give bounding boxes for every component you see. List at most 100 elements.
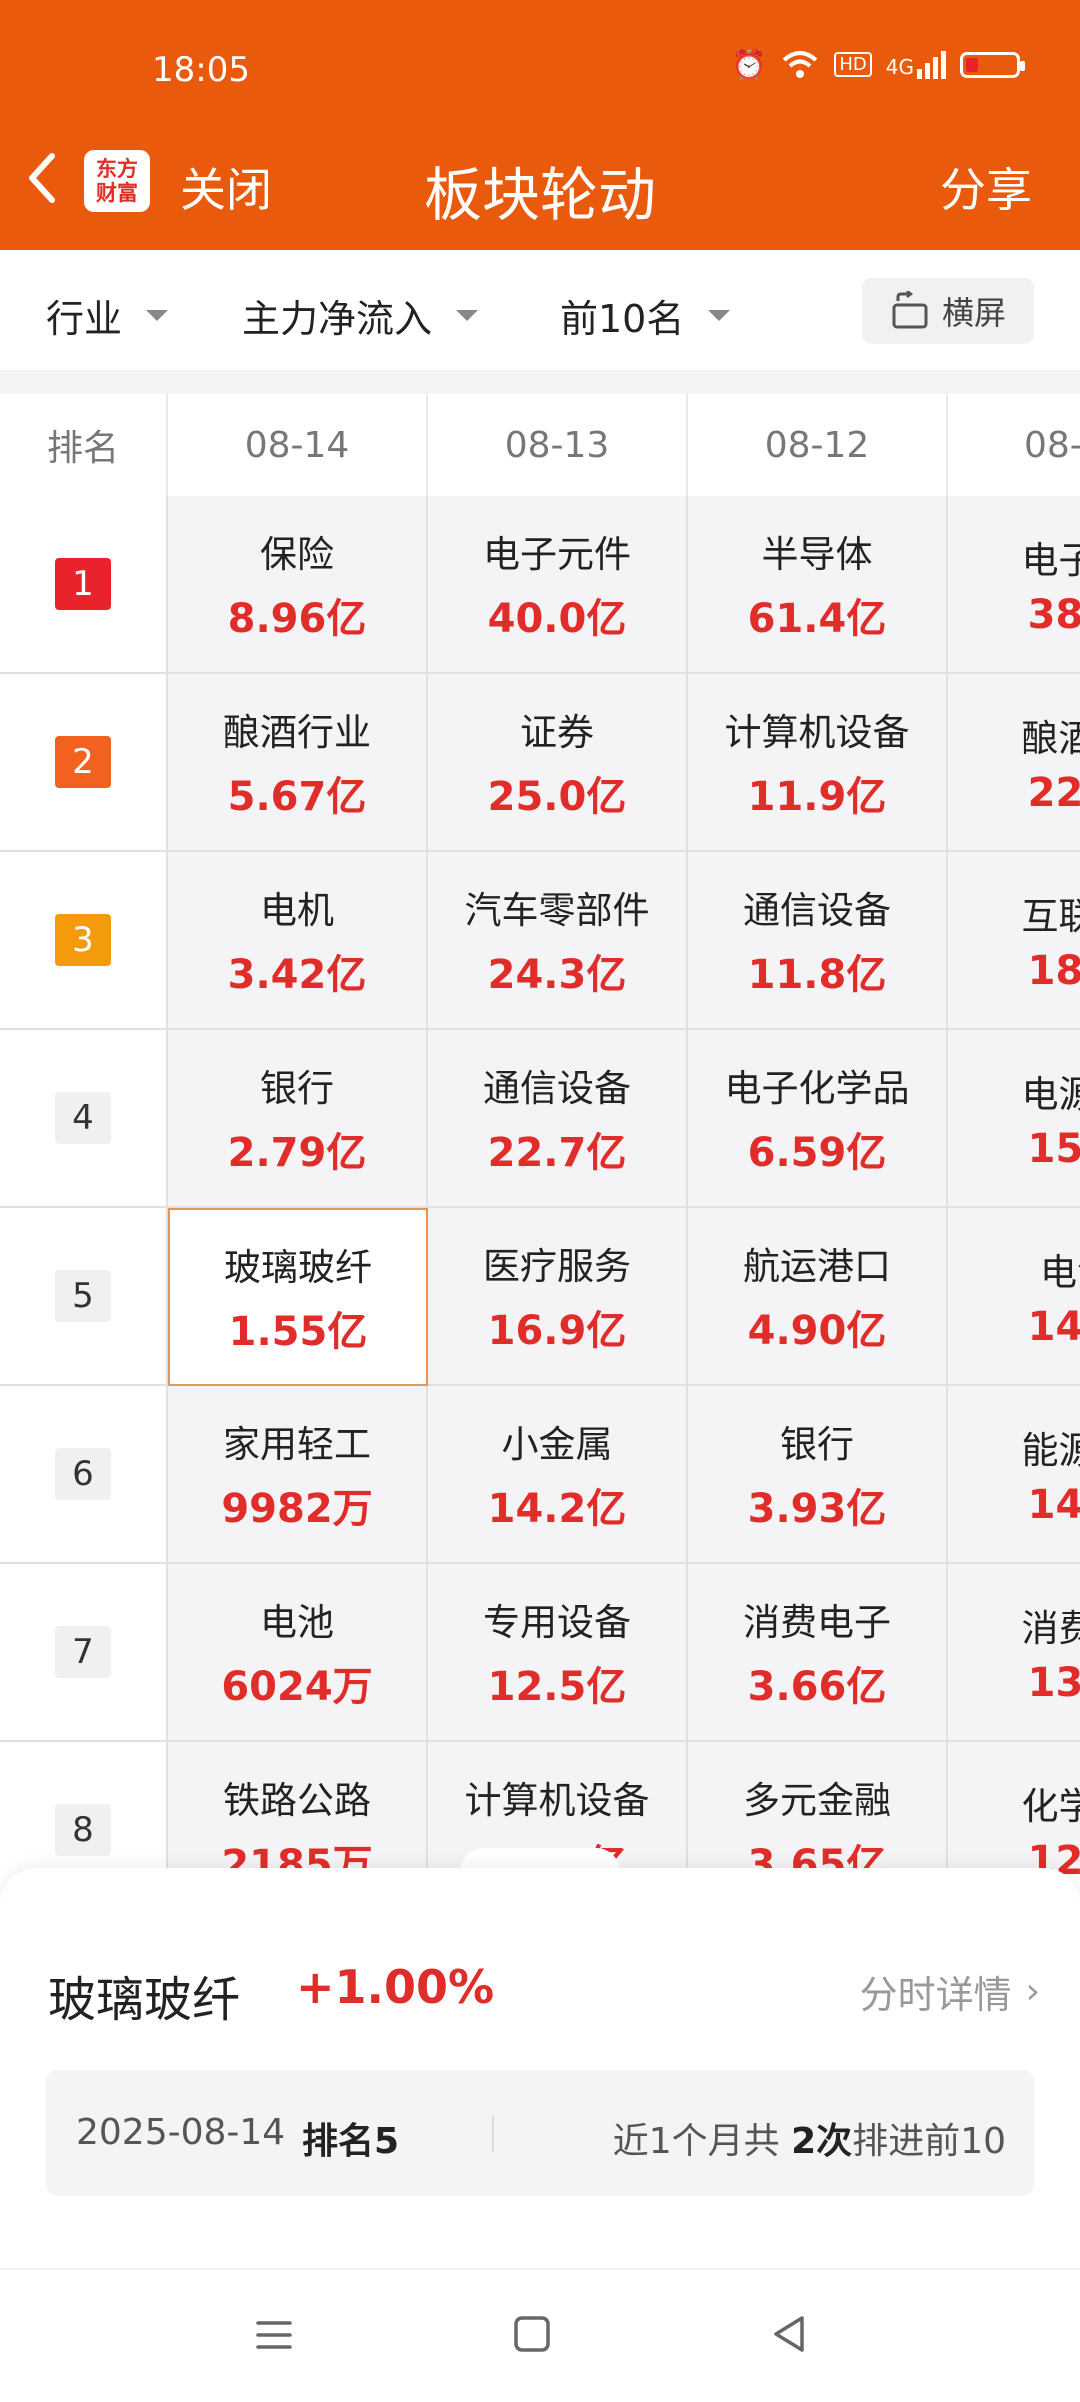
chevron-down-icon — [146, 310, 168, 321]
sector-name: 电机 — [260, 880, 334, 934]
app-header: 18:05 ⏰ HD 4G 东方 财富 关闭 板块轮动 分享 — [0, 0, 1080, 250]
sector-flow: 14.4 — [1028, 1482, 1080, 1528]
back-icon[interactable] — [760, 2310, 820, 2360]
sector-cell[interactable]: 电池6024万 — [168, 1564, 428, 1742]
sector-cell[interactable]: 通信设备22.7亿 — [428, 1030, 688, 1208]
sector-cell[interactable]: 消费电13.2 — [948, 1564, 1080, 1742]
info-divider — [492, 2116, 494, 2152]
sector-name: 电子元件 — [483, 524, 631, 578]
sector-flow: 13.2 — [1028, 1660, 1080, 1706]
top-n-filter[interactable]: 前10名 — [560, 288, 730, 343]
info-rank: 排名5 — [302, 2112, 399, 2164]
sector-cell[interactable]: 专用设备12.5亿 — [428, 1564, 688, 1742]
sector-cell[interactable]: 酿酒行22.1 — [948, 674, 1080, 852]
page-title: 板块轮动 — [0, 148, 1080, 232]
rank-cell: 7 — [0, 1564, 168, 1742]
sector-cell[interactable]: 多元金融3.65亿 — [688, 1742, 948, 1874]
home-icon[interactable] — [502, 2310, 562, 2360]
sector-name: 多元金融 — [743, 1770, 891, 1824]
sector-cell[interactable]: 银行2.79亿 — [168, 1030, 428, 1208]
sector-cell[interactable]: 小金属14.2亿 — [428, 1386, 688, 1564]
sector-cell[interactable]: 电子元 38.0 — [948, 496, 1080, 674]
sector-flow: 9982万 — [221, 1476, 372, 1534]
sector-name: 电子元 — [1022, 530, 1080, 584]
menu-icon[interactable] — [244, 2310, 304, 2360]
table-header: 排名 08-14 08-13 08-12 08- — [0, 394, 1080, 498]
sector-cell[interactable]: 航运港口4.90亿 — [688, 1208, 948, 1386]
sector-cell[interactable]: 医疗服务16.9亿 — [428, 1208, 688, 1386]
landscape-label: 横屏 — [942, 288, 1006, 334]
sector-cell[interactable]: 电池14.6 — [948, 1208, 1080, 1386]
rotation-table[interactable]: 排名 08-14 08-13 08-12 08- 1 保险8.96亿 电子元件4… — [0, 394, 1080, 1874]
sector-cell[interactable]: 电机 3.42亿 — [168, 852, 428, 1030]
sector-flow: 12.5亿 — [488, 1654, 627, 1712]
rotate-screen-icon — [890, 291, 930, 331]
sector-name: 酿酒行业 — [223, 702, 371, 756]
sector-name: 通信设备 — [483, 1058, 631, 1112]
sector-cell[interactable]: 电子化学品 6.59亿 — [688, 1030, 948, 1208]
sector-name: 电池 — [1040, 1242, 1080, 1296]
sector-name: 保险 — [260, 524, 334, 578]
sector-flow: 5.67亿 — [228, 764, 367, 822]
sector-name: 汽车零部件 — [465, 880, 650, 934]
metric-filter[interactable]: 主力净流入 — [242, 288, 478, 343]
sector-cell[interactable]: 消费电子3.66亿 — [688, 1564, 948, 1742]
sector-cell[interactable]: 酿酒行业 5.67亿 — [168, 674, 428, 852]
sector-flow: 22.1 — [1028, 770, 1080, 816]
info-summary: 近1个月共 2次排进前10 — [613, 2112, 1006, 2164]
sector-cell[interactable]: 电子元件40.0亿 — [428, 496, 688, 674]
sector-cell[interactable]: 通信设备11.8亿 — [688, 852, 948, 1030]
sector-flow: 14.2亿 — [488, 1476, 627, 1534]
sector-name: 银行 — [260, 1058, 334, 1112]
sector-cell[interactable]: 银行3.93亿 — [688, 1386, 948, 1564]
intraday-detail-link[interactable]: 分时详情 › — [860, 1964, 1040, 2019]
sector-name: 玻璃玻纤 — [224, 1237, 372, 1291]
divider — [0, 370, 1080, 394]
sector-flow: 3.42亿 — [228, 942, 367, 1000]
sector-name: 证券 — [520, 702, 594, 756]
sector-cell-selected[interactable]: 玻璃玻纤1.55亿 — [168, 1208, 428, 1386]
sector-flow: 16.9亿 — [488, 1298, 627, 1356]
sector-cell[interactable]: 互联网18.0 — [948, 852, 1080, 1030]
sector-flow: 38.0 — [1028, 592, 1080, 638]
landscape-button[interactable]: 横屏 — [862, 278, 1034, 344]
metric-filter-label: 主力净流入 — [242, 288, 432, 343]
summary-count: 2次 — [791, 2121, 852, 2162]
sector-name: 消费电子 — [743, 1592, 891, 1646]
detail-sheet — [0, 1868, 1080, 2268]
sector-cell[interactable]: 计算机设备11.9亿 — [688, 674, 948, 852]
sector-flow: 6024万 — [221, 1654, 372, 1712]
sector-cell[interactable]: 电源设15.3 — [948, 1030, 1080, 1208]
sector-cell[interactable]: 保险 8.96亿 — [168, 496, 428, 674]
sector-cell[interactable]: 证券25.0亿 — [428, 674, 688, 852]
share-button[interactable]: 分享 — [940, 154, 1032, 220]
date-column-header: 08-12 — [688, 394, 948, 496]
sector-cell[interactable]: 家用轻工9982万 — [168, 1386, 428, 1564]
sector-flow: 6.59亿 — [748, 1120, 887, 1178]
sector-cell[interactable]: 铁路公路2185万 — [168, 1742, 428, 1874]
sector-cell[interactable]: 能源金14.4 — [948, 1386, 1080, 1564]
sector-name: 计算机设备 — [465, 1770, 650, 1824]
sector-cell[interactable]: 汽车零部件24.3亿 — [428, 852, 688, 1030]
sector-name: 电子化学品 — [725, 1058, 910, 1112]
rank-badge: 5 — [55, 1270, 111, 1322]
rank-badge: 4 — [55, 1092, 111, 1144]
table-row: 3 电机 3.42亿 汽车零部件24.3亿 通信设备11.8亿 互联网18.0 — [0, 852, 1080, 1030]
sector-cell[interactable]: 化学制12.5 — [948, 1742, 1080, 1874]
sector-flow: 11.8亿 — [748, 942, 887, 1000]
sector-name: 电源设 — [1022, 1064, 1080, 1118]
intraday-detail-label: 分时详情 — [860, 1964, 1012, 2019]
sector-name: 半导体 — [762, 524, 873, 578]
sector-cell[interactable]: 半导体61.4亿 — [688, 496, 948, 674]
category-filter-label: 行业 — [46, 288, 122, 343]
chevron-down-icon — [456, 310, 478, 321]
network-type-label: 4G — [886, 55, 914, 79]
rank-badge: 3 — [55, 914, 111, 966]
rank-column-header: 排名 — [0, 394, 168, 496]
category-filter[interactable]: 行业 — [46, 288, 168, 343]
sector-name: 铁路公路 — [223, 1770, 371, 1824]
rank-cell: 6 — [0, 1386, 168, 1564]
sector-name: 航运港口 — [743, 1236, 891, 1290]
rank-badge: 8 — [55, 1804, 111, 1856]
sector-flow: 8.96亿 — [228, 586, 367, 644]
